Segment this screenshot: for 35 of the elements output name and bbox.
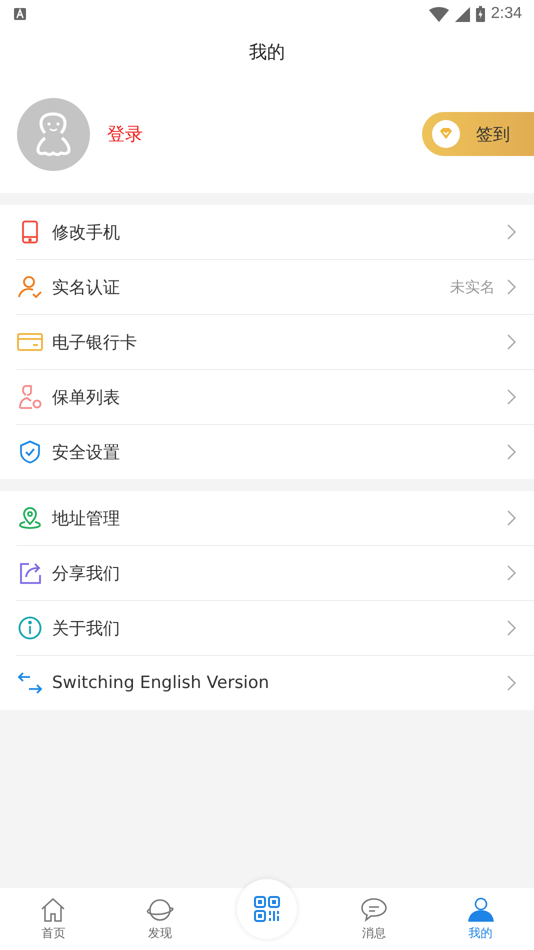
page-title: 我的 [249,40,285,64]
person-check-icon [18,275,42,299]
info-icon [18,616,42,640]
planet-icon [145,896,176,922]
shield-icon [18,440,42,464]
chevron-right-icon [507,334,516,350]
location-pin-icon [18,506,42,530]
chevron-right-icon [507,279,516,295]
qr-code-icon [254,896,280,922]
share-icon [18,561,42,585]
chevron-right-icon [507,675,516,691]
user-icon [466,896,495,922]
chevron-right-icon [507,224,516,240]
chevron-right-icon [507,389,516,405]
wifi-icon [428,6,449,22]
swap-arrows-icon [17,671,43,695]
chevron-right-icon [507,565,516,581]
tab[interactable]: 消息 [320,888,428,950]
chevron-right-icon [507,510,516,526]
chevron-right-icon [507,620,516,636]
clock-time: 2:34 [490,5,522,23]
check-in-button[interactable]: 签到 [422,112,534,156]
status-value: 未实名 [450,278,495,296]
login-link[interactable]: 登录 [107,122,422,146]
chat-bubble-icon [360,896,388,922]
tab[interactable]: 首页 [0,888,107,950]
tab[interactable]: 我的 [427,888,534,950]
home-icon [40,896,66,922]
chevron-right-icon [507,444,516,460]
card-icon [17,330,43,354]
person-badge-icon [17,384,43,410]
battery-icon [476,6,485,22]
signal-icon [454,6,470,22]
tab[interactable]: 发现 [106,888,214,950]
notification-icon [14,8,26,20]
